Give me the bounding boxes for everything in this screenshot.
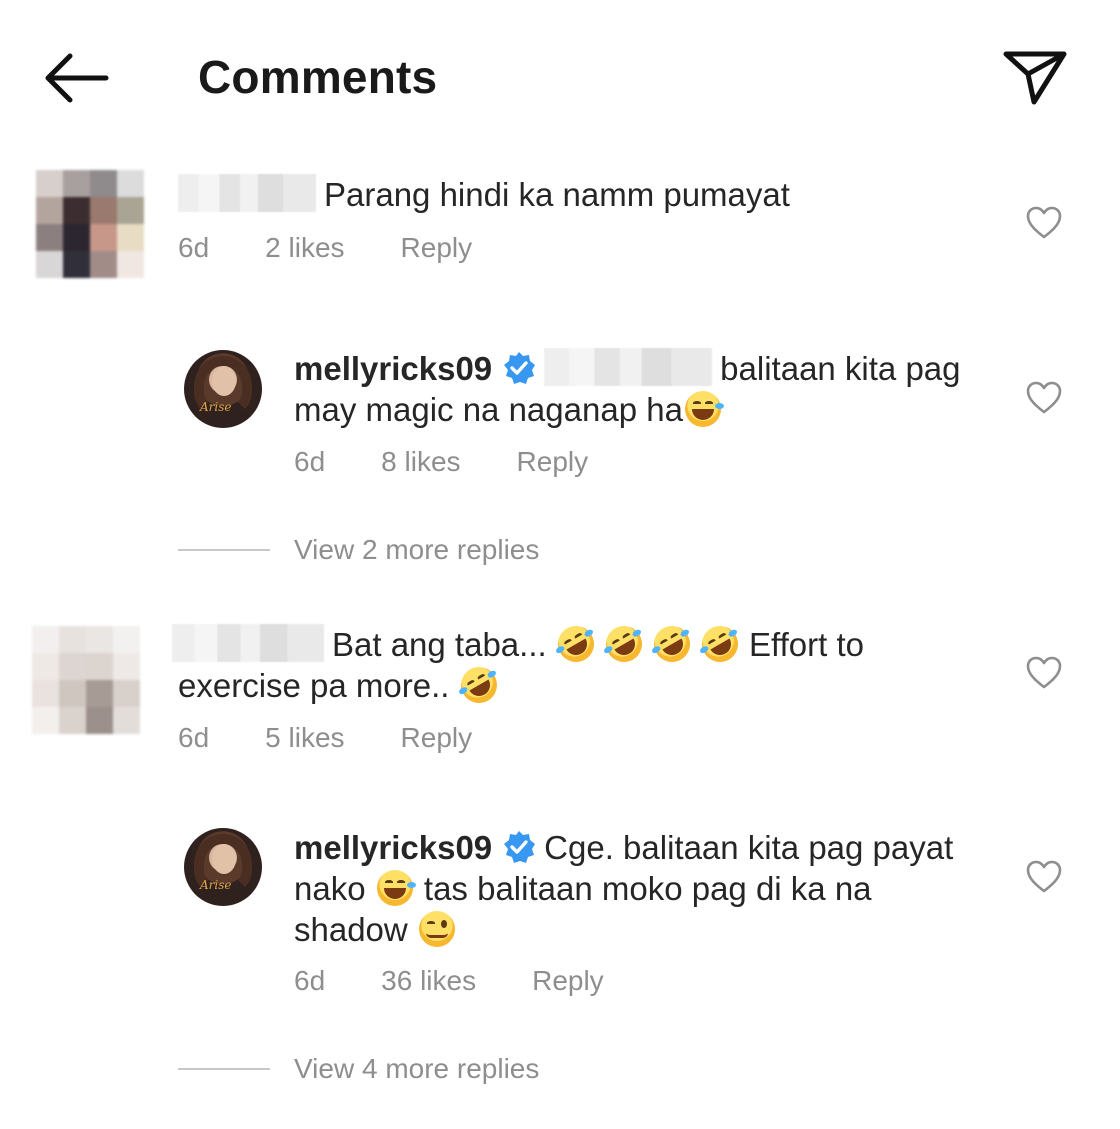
redacted-username: [178, 174, 316, 212]
header: Comments: [0, 0, 1120, 150]
send-icon: [1003, 51, 1067, 105]
reply-button[interactable]: Reply: [517, 446, 589, 478]
likes-count[interactable]: 5 likes: [265, 722, 344, 754]
grin-sweat-emoji-icon: [684, 391, 724, 427]
comment-body-line2: exercise pa more..: [178, 667, 450, 704]
timestamp: 6d: [178, 232, 210, 263]
rofl-emoji-icon: [647, 619, 697, 669]
rofl-emoji-icon: [454, 660, 504, 710]
reply-body-line2: may magic na naganap ha: [294, 391, 683, 428]
reply-body-line2a: nako: [294, 870, 366, 907]
comment-text: Bat ang taba... Effort to exercise pa mo…: [172, 619, 972, 710]
reply-text: mellyricks09 balitaan kita pag may magic …: [294, 348, 994, 430]
reply-body-line2b: tas balitaan moko pag di ka na: [423, 870, 872, 907]
comment-body-part2: Effort to: [749, 626, 864, 663]
avatar[interactable]: Arise: [184, 828, 262, 906]
rofl-emoji-icon: [695, 619, 745, 669]
timestamp: 6d: [294, 446, 326, 477]
reply-text: mellyricks09 Cge. balitaan kita pag payat…: [294, 827, 994, 950]
username[interactable]: mellyricks09: [294, 829, 492, 866]
comment-meta: 6d 5 likes Reply: [178, 722, 528, 754]
reply-button[interactable]: Reply: [401, 232, 473, 264]
grin-sweat-emoji-icon: [376, 870, 416, 906]
view-more-label: View 2 more replies: [294, 534, 540, 565]
likes-count[interactable]: 2 likes: [265, 232, 344, 264]
comment-meta: 6d 2 likes Reply: [178, 232, 528, 264]
divider: [178, 549, 270, 551]
view-more-replies-button[interactable]: View 4 more replies: [178, 1053, 539, 1085]
reply-body-line3: shadow: [294, 911, 408, 948]
comment-meta: 6d 8 likes Reply: [294, 446, 644, 478]
redacted-username: [172, 624, 324, 662]
avatar[interactable]: [32, 626, 140, 734]
comment-meta: 6d 36 likes Reply: [294, 965, 660, 997]
timestamp: 6d: [178, 722, 210, 753]
comment-text: Parang hindi ka namm pumayat: [178, 174, 790, 215]
reply-button[interactable]: Reply: [532, 965, 604, 997]
reply-body-line1: balitaan kita pag: [720, 350, 961, 387]
username[interactable]: mellyricks09: [294, 350, 492, 387]
redacted-mention: [544, 348, 713, 386]
back-arrow-icon: [45, 53, 109, 103]
heart-icon[interactable]: [1026, 381, 1062, 415]
comment-body: Parang hindi ka namm pumayat: [324, 176, 790, 213]
heart-icon[interactable]: [1026, 656, 1062, 690]
view-more-replies-button[interactable]: View 2 more replies: [178, 534, 539, 566]
likes-count[interactable]: 8 likes: [381, 446, 460, 478]
share-button[interactable]: [1000, 40, 1070, 110]
avatar[interactable]: [36, 170, 144, 278]
reply-button[interactable]: Reply: [401, 722, 473, 754]
avatar[interactable]: Arise: [184, 350, 262, 428]
likes-count[interactable]: 36 likes: [381, 965, 476, 997]
back-button[interactable]: [40, 50, 112, 106]
heart-icon[interactable]: [1026, 860, 1062, 894]
view-more-label: View 4 more replies: [294, 1053, 540, 1084]
timestamp: 6d: [294, 965, 326, 996]
heart-icon[interactable]: [1026, 206, 1062, 240]
comment-body-part1: Bat ang taba...: [332, 626, 547, 663]
page-title: Comments: [198, 51, 438, 103]
rofl-emoji-icon: [599, 619, 649, 669]
verified-badge-icon: [504, 831, 536, 863]
divider: [178, 1068, 270, 1070]
wink-emoji-icon: [418, 911, 455, 947]
verified-badge-icon: [504, 352, 536, 384]
rofl-emoji-icon: [551, 619, 601, 669]
reply-body-line1: Cge. balitaan kita pag payat: [544, 829, 954, 866]
